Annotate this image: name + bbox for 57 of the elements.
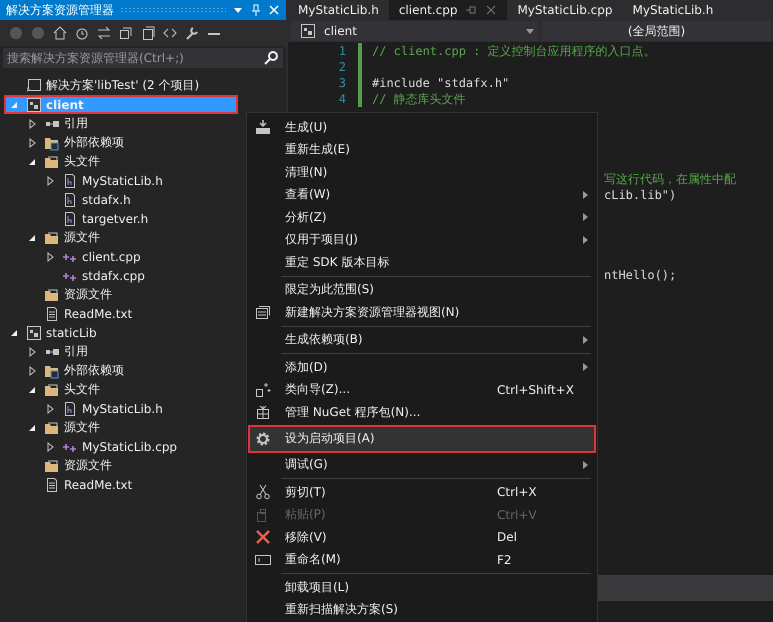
line-number: 2	[338, 59, 347, 75]
project-dropdown[interactable]: client	[290, 21, 538, 41]
scissors-icon	[255, 484, 271, 500]
settings-icon	[255, 430, 271, 446]
folder-icon	[44, 230, 60, 246]
sync-icon[interactable]	[96, 25, 112, 41]
home-icon[interactable]	[52, 25, 68, 41]
close-icon	[255, 529, 271, 546]
menu-item[interactable]: 卸载项目(L)	[249, 576, 595, 598]
code-line: // 静态库头文件	[372, 92, 466, 106]
file-icon	[62, 172, 78, 188]
file-icon	[62, 192, 78, 208]
menu-item[interactable]: 设为启动项目(A)	[249, 426, 595, 452]
search-field[interactable]: 搜索解决方案资源管理器(Ctrl+;)	[3, 48, 283, 68]
wizard-icon	[255, 382, 271, 398]
folder-icon	[44, 458, 60, 474]
code-line: ntHello();	[604, 268, 676, 282]
text-file-icon	[44, 306, 60, 322]
gift-icon	[255, 404, 271, 420]
project-icon	[300, 23, 316, 39]
scope-dropdown[interactable]: (全局范围)	[542, 21, 771, 41]
code-line: cLib.lib")	[604, 188, 676, 202]
caret-icon[interactable]	[526, 28, 534, 34]
menu-item[interactable]: 移除(V) Del	[249, 526, 595, 548]
copy-icon[interactable]	[140, 25, 156, 41]
code-line: // client.cpp : 定义控制台应用程序的入口点。	[372, 44, 656, 58]
code-line: 写这行代码，在属性中配	[604, 172, 736, 186]
code-line: #include "stdafx.h"	[372, 76, 510, 90]
folder-icon	[44, 286, 60, 302]
project-icon	[26, 96, 42, 112]
pin-icon[interactable]	[250, 4, 262, 16]
solution-icon	[26, 78, 42, 94]
line-number: 3	[338, 75, 347, 91]
line-number: 4	[338, 91, 347, 107]
line-number: 1	[338, 43, 347, 59]
project-icon	[26, 324, 42, 340]
document-tab[interactable]: MyStaticLib.cpp	[507, 0, 622, 20]
folder-icon	[44, 420, 60, 436]
text-file-icon	[44, 476, 60, 492]
folder-icon	[44, 382, 60, 398]
document-tab[interactable]: client.cpp	[388, 0, 508, 20]
wrench-icon[interactable]	[184, 25, 200, 41]
folder-icon	[44, 154, 60, 170]
document-tab[interactable]: MyStaticLib.h	[622, 0, 724, 20]
build-icon	[255, 119, 271, 136]
search-icon[interactable]	[263, 50, 279, 66]
file-icon	[62, 400, 78, 416]
close-icon[interactable]	[485, 4, 498, 16]
menu-item[interactable]: 重新扫描解决方案(S)	[249, 598, 595, 621]
document-tab[interactable]: MyStaticLib.h	[288, 0, 389, 20]
file-icon	[62, 210, 78, 226]
window-icon	[255, 304, 271, 320]
tree-item[interactable]: 解决方案'libTest' (2 个项目)	[0, 76, 286, 95]
menu-item[interactable]: 重命名(M) F2	[249, 548, 595, 571]
collapse-icon[interactable]	[118, 25, 134, 41]
pin-icon[interactable]	[465, 4, 478, 16]
panel-title: 解决方案资源管理器	[6, 2, 114, 18]
